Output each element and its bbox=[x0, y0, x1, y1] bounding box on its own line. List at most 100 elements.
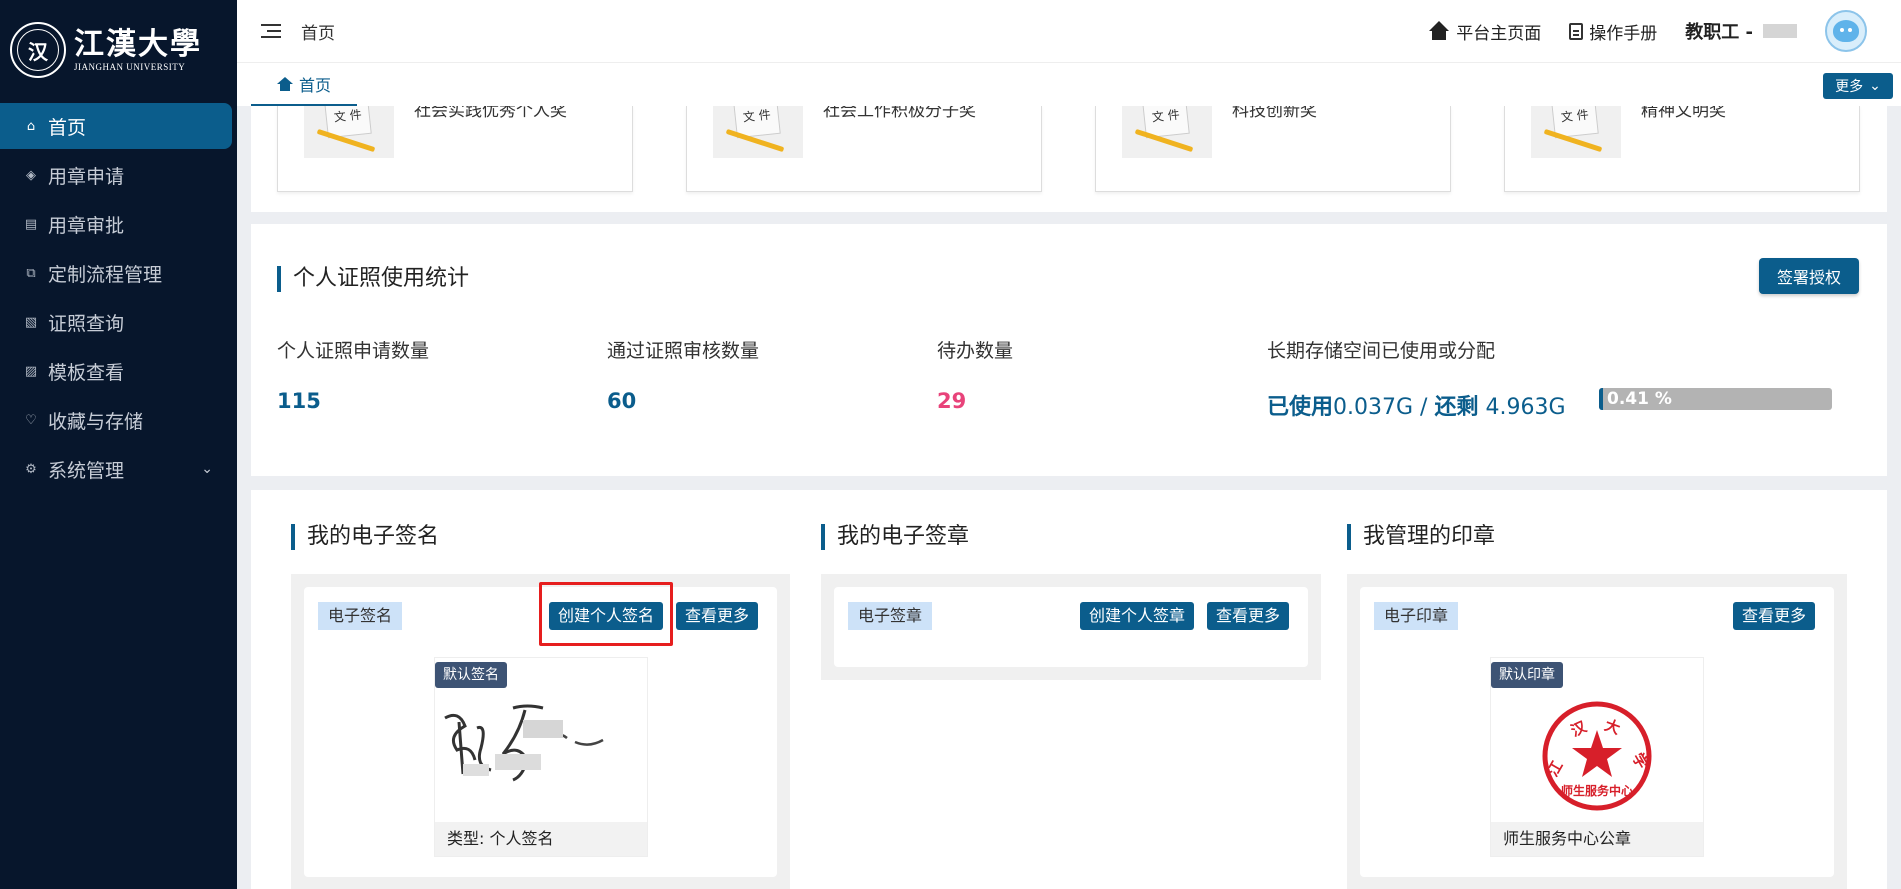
breadcrumb: 首页 bbox=[301, 23, 335, 44]
stat-value: 60 bbox=[607, 389, 637, 413]
award-image: 文 件 bbox=[1531, 106, 1621, 158]
heart-icon: ♡ bbox=[25, 412, 37, 428]
sidebar-item-label: 模板查看 bbox=[48, 361, 125, 384]
view-more-button[interactable]: 查看更多 bbox=[1733, 602, 1816, 630]
red-seal-stamp-icon bbox=[1542, 701, 1652, 811]
sidebar-item-favorites-storage[interactable]: ♡ 收藏与存储 bbox=[0, 397, 237, 443]
home-icon bbox=[276, 76, 293, 91]
signature-card: 电子签名 创建个人签名 查看更多 默认签名 类型: 个人签名 bbox=[304, 582, 777, 877]
seal-thumbnail[interactable]: 默认印章 江 汉 大 学 师生服务中心 师生服务中心公章 bbox=[1490, 657, 1704, 857]
section-title: 我的电子签名 bbox=[291, 524, 439, 550]
user-role-label: 教职工 - bbox=[1685, 22, 1753, 43]
top-header: 首页 平台主页面 操作手册 教职工 - bbox=[237, 0, 1901, 62]
home-icon: ⌂ bbox=[26, 118, 36, 134]
storage-separator: / bbox=[1413, 395, 1435, 420]
award-image: 文 件 bbox=[713, 106, 803, 158]
sidebar-item-label: 系统管理 bbox=[48, 459, 125, 482]
license-stats-panel: 个人证照使用统计 签署授权 个人证照申请数量 115 通过证照审核数量 60 待… bbox=[251, 224, 1887, 476]
award-title: 社会实践优秀个人奖 bbox=[414, 106, 567, 121]
award-card[interactable]: 文 件 社会工作积极分子奖 bbox=[686, 106, 1042, 192]
sidebar-item-label: 定制流程管理 bbox=[48, 263, 163, 286]
award-image: 文 件 bbox=[1122, 106, 1212, 158]
storage-used-prefix: 已使用 bbox=[1267, 395, 1334, 420]
storage-value: 已使用0.037G / 还剩 4.963G bbox=[1267, 389, 1566, 421]
platform-home-label: 平台主页面 bbox=[1456, 23, 1542, 44]
user-info[interactable]: 教职工 - bbox=[1685, 18, 1797, 44]
redacted-name bbox=[1763, 24, 1797, 38]
sign-authorization-button[interactable]: 签署授权 bbox=[1759, 258, 1859, 294]
manual-link[interactable]: 操作手册 bbox=[1569, 19, 1657, 44]
stat-apply-count: 个人证照申请数量 115 bbox=[277, 336, 429, 413]
award-card[interactable]: 文 件 科技创新奖 bbox=[1095, 106, 1451, 192]
award-card[interactable]: 文 件 社会实践优秀个人奖 bbox=[277, 106, 633, 192]
stat-passed-count: 通过证照审核数量 60 bbox=[607, 336, 759, 413]
sidebar-item-stamp-apply[interactable]: ◈ 用章申请 bbox=[0, 152, 237, 198]
section-title: 个人证照使用统计 bbox=[277, 266, 469, 292]
more-label: 更多 bbox=[1835, 79, 1864, 95]
eseal-box: 电子签章 创建个人签章 查看更多 bbox=[821, 574, 1321, 680]
stat-label: 待办数量 bbox=[937, 340, 1014, 362]
tab-bar: 首页 更多 ⌄ bbox=[237, 62, 1901, 107]
sidebar-item-label: 用章申请 bbox=[48, 165, 125, 188]
highlight-box bbox=[539, 582, 673, 646]
view-more-button[interactable]: 查看更多 bbox=[676, 602, 759, 630]
award-title: 社会工作积极分子奖 bbox=[823, 106, 976, 121]
logo-chinese-name: 江漢大學 bbox=[74, 27, 202, 62]
university-logo[interactable]: 汉 江漢大學 JIANGHAN UNIVERSITY bbox=[0, 0, 237, 100]
tab-label: 首页 bbox=[298, 75, 331, 95]
storage-progress-bar: 0.41 % bbox=[1599, 388, 1832, 410]
chevron-down-icon: ⌄ bbox=[1869, 78, 1881, 94]
chevron-down-icon: ⌄ bbox=[201, 461, 213, 477]
award-image: 文 件 bbox=[304, 106, 394, 158]
sidebar-item-license-query[interactable]: ▧ 证照查询 bbox=[0, 299, 237, 345]
stat-label: 通过证照审核数量 bbox=[607, 340, 760, 362]
award-card[interactable]: 文 件 精神文明奖 bbox=[1504, 106, 1860, 192]
more-tabs-button[interactable]: 更多 ⌄ bbox=[1823, 73, 1893, 99]
signature-seal-panel: 我的电子签名 电子签名 创建个人签名 查看更多 默认签名 类型: 个人签名 我的… bbox=[251, 490, 1887, 889]
managed-seal-card: 电子印章 查看更多 默认印章 江 汉 大 学 师生服务中心 师生服务中心公章 bbox=[1360, 587, 1834, 877]
eseal-tag: 电子签章 bbox=[848, 602, 933, 630]
stat-label: 长期存储空间已使用或分配 bbox=[1267, 340, 1496, 362]
sidebar-item-stamp-approval[interactable]: ▤ 用章审批 bbox=[0, 201, 237, 247]
stat-storage: 长期存储空间已使用或分配 已使用0.037G / 还剩 4.963G bbox=[1267, 336, 1566, 421]
stat-value: 29 bbox=[937, 389, 967, 413]
sidebar-item-flow-management[interactable]: ⧉ 定制流程管理 bbox=[0, 250, 237, 296]
storage-used: 0.037G bbox=[1333, 395, 1414, 420]
sidebar-item-label: 用章审批 bbox=[48, 214, 125, 237]
avatar-face-icon bbox=[1833, 20, 1859, 42]
eseal-card: 电子签章 创建个人签章 查看更多 bbox=[834, 587, 1308, 667]
flow-icon: ⧉ bbox=[26, 265, 36, 281]
storage-left-prefix: 还剩 bbox=[1434, 395, 1479, 420]
signature-thumbnail[interactable]: 默认签名 类型: 个人签名 bbox=[434, 657, 648, 857]
signature-caption: 类型: 个人签名 bbox=[435, 822, 647, 856]
platform-home-link[interactable]: 平台主页面 bbox=[1428, 19, 1541, 44]
view-more-button[interactable]: 查看更多 bbox=[1207, 602, 1290, 630]
managed-seal-tag: 电子印章 bbox=[1374, 602, 1459, 630]
gear-icon: ⚙ bbox=[25, 461, 37, 477]
sidebar-menu: ⌂ 首页 ◈ 用章申请 ▤ 用章审批 ⧉ 定制流程管理 ▧ 证照查询 ▨ 模板查… bbox=[0, 103, 237, 492]
document-search-icon: ▧ bbox=[24, 314, 38, 330]
document-icon bbox=[1569, 22, 1584, 40]
sidebar-item-template-view[interactable]: ▨ 模板查看 bbox=[0, 348, 237, 394]
menu-collapse-icon[interactable] bbox=[261, 24, 281, 38]
signature-box: 电子签名 创建个人签名 查看更多 默认签名 类型: 个人签名 bbox=[291, 574, 790, 889]
section-title: 我管理的印章 bbox=[1347, 524, 1495, 550]
sidebar-item-label: 收藏与存储 bbox=[48, 410, 144, 433]
manual-label: 操作手册 bbox=[1589, 23, 1658, 44]
award-title: 精神文明奖 bbox=[1641, 106, 1726, 121]
create-personal-seal-button[interactable]: 创建个人签章 bbox=[1080, 602, 1195, 630]
progress-fill bbox=[1599, 388, 1603, 410]
award-title: 科技创新奖 bbox=[1232, 106, 1317, 121]
tab-home[interactable]: 首页 bbox=[251, 63, 357, 107]
seal-caption: 师生服务中心公章 bbox=[1491, 822, 1703, 856]
stamp-apply-icon: ◈ bbox=[26, 167, 36, 183]
sidebar-item-system-management[interactable]: ⚙ 系统管理 ⌄ bbox=[0, 446, 237, 492]
sidebar-item-home[interactable]: ⌂ 首页 bbox=[0, 103, 232, 149]
approval-icon: ▤ bbox=[24, 216, 38, 232]
awards-panel: 文 件 社会实践优秀个人奖 文 件 社会工作积极分子奖 文 件 科技创新奖 文 … bbox=[251, 106, 1887, 212]
stat-label: 个人证照申请数量 bbox=[277, 340, 430, 362]
sidebar-item-label: 证照查询 bbox=[48, 312, 125, 335]
managed-seal-box: 电子印章 查看更多 默认印章 江 汉 大 学 师生服务中心 师生服务中心公章 bbox=[1347, 574, 1847, 889]
signature-tag: 电子签名 bbox=[318, 602, 403, 630]
avatar[interactable] bbox=[1825, 10, 1867, 52]
